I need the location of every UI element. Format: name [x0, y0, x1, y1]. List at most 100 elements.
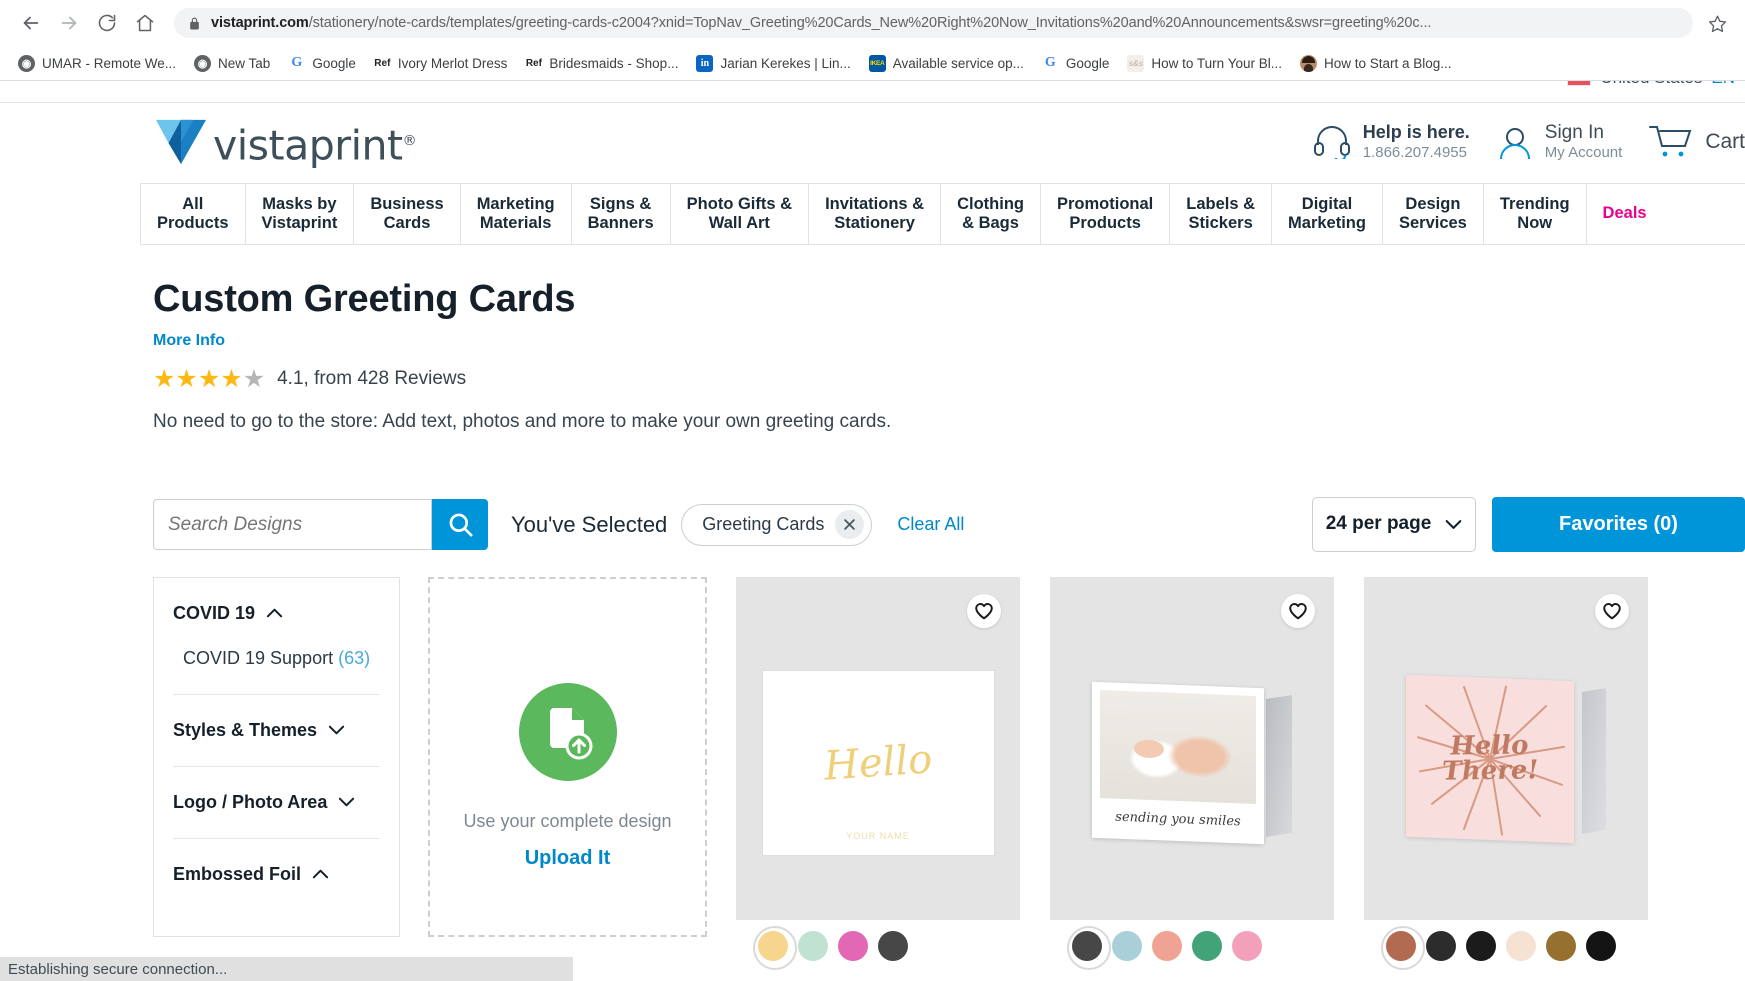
language-link[interactable]: EN [1711, 81, 1735, 88]
product-card-hello-gold-foil[interactable]: Hello YOUR NAME [735, 576, 1021, 972]
chevron-down-icon [338, 797, 355, 807]
color-swatch[interactable] [1466, 930, 1496, 961]
color-swatch[interactable] [1586, 930, 1616, 961]
chevron-down-icon [328, 725, 345, 735]
selected-filter-chip[interactable]: Greeting Cards [681, 503, 873, 546]
heart-icon[interactable] [1595, 593, 1629, 628]
bookmark-item[interactable]: s&s How to Turn Your Bl... [1119, 51, 1290, 76]
sidebar-item-count: (63) [338, 647, 371, 668]
bookmark-item[interactable]: How to Start a Blog... [1292, 51, 1460, 76]
nav-item-labels-stickers[interactable]: Labels & Stickers [1170, 184, 1273, 244]
nav-item-masks-by-vistaprint[interactable]: Masks by Vistaprint [246, 184, 355, 244]
color-swatch[interactable] [1112, 930, 1142, 961]
sidebar-group-header[interactable]: Logo / Photo Area [173, 792, 380, 813]
color-swatch[interactable] [838, 930, 868, 961]
color-swatch[interactable] [878, 930, 908, 961]
registered-mark: ® [402, 132, 417, 149]
star-bookmark-icon[interactable] [1703, 9, 1731, 37]
bookmark-item[interactable]: Ref Bridesmaids - Shop... [517, 51, 686, 76]
close-icon[interactable] [835, 510, 865, 540]
upload-document-icon [518, 682, 617, 781]
country-label: United States [1600, 81, 1702, 88]
bookmark-label: Google [312, 55, 356, 71]
color-swatch[interactable] [1381, 925, 1425, 970]
product-card-sending-you-smiles[interactable]: sending you smiles [1049, 576, 1335, 972]
vistaprint-logo[interactable]: vistaprint® [153, 116, 417, 171]
sidebar-group-label: Embossed Foil [173, 863, 302, 884]
heart-icon[interactable] [1281, 593, 1315, 628]
bookmark-item[interactable]: G Google [280, 51, 364, 76]
color-swatch[interactable] [1506, 930, 1536, 961]
sidebar-group-header[interactable]: Styles & Themes [173, 720, 380, 741]
nav-item-signs-banners[interactable]: Signs & Banners [572, 184, 671, 244]
title-block: Custom Greeting Cards More Info ★ ★ ★ ★ … [0, 245, 1745, 433]
color-swatch[interactable] [798, 930, 828, 961]
color-swatch[interactable] [753, 925, 797, 970]
card-front-panel: sending you smiles [1092, 681, 1264, 845]
heart-icon[interactable] [967, 593, 1001, 628]
vistaprint-logo-text: vistaprint® [213, 121, 417, 170]
nav-item-invitations-stationery[interactable]: Invitations & Stationery [809, 184, 942, 244]
page-description: No need to go to the store: Add text, ph… [153, 410, 892, 432]
bookmark-item[interactable]: in Jarian Kerekes | Lin... [688, 51, 858, 76]
help-block[interactable]: Help is here. 1.866.207.4955 [1312, 122, 1470, 162]
bookmark-item[interactable]: G Google [1034, 51, 1118, 76]
color-swatch[interactable] [1546, 930, 1576, 961]
nav-item-business-cards[interactable]: Business Cards [354, 184, 461, 244]
address-bar[interactable]: vistaprint.com/stationery/note-cards/tem… [174, 8, 1693, 38]
bookmark-label: How to Start a Blog... [1323, 55, 1452, 71]
search-input[interactable] [168, 513, 417, 536]
bookmark-item[interactable]: IKEA Available service op... [861, 51, 1032, 76]
product-art: sending you smiles [1050, 577, 1334, 937]
signin-sub: My Account [1544, 144, 1623, 162]
back-arrow-icon[interactable] [14, 6, 48, 40]
nav-item-clothing-bags[interactable]: Clothing & Bags [941, 184, 1041, 244]
nav-item-all-products[interactable]: All Products [140, 184, 246, 244]
signin-block[interactable]: Sign In My Account [1496, 121, 1623, 162]
bookmark-item[interactable]: ◉ New Tab [186, 51, 278, 76]
star-icon: ★ [220, 364, 242, 393]
product-card-hello-there-rose-gold[interactable]: Hello There! [1363, 576, 1649, 972]
nav-item-marketing-materials[interactable]: Marketing Materials [461, 184, 572, 244]
nav-item-deals[interactable]: Deals [1587, 184, 1663, 244]
per-page-select[interactable]: 24 per page [1312, 496, 1476, 552]
upload-design-card[interactable]: Use your complete design Upload It [428, 576, 707, 937]
color-swatch[interactable] [1426, 930, 1456, 961]
upload-it-link[interactable]: Upload It [525, 847, 611, 870]
search-button[interactable] [432, 499, 488, 551]
reload-icon[interactable] [90, 6, 124, 40]
color-swatch[interactable] [1152, 930, 1182, 961]
star-icon: ★ [153, 364, 175, 393]
color-swatch[interactable] [1192, 930, 1222, 961]
clear-all-link[interactable]: Clear All [897, 514, 964, 535]
nav-item-design-services[interactable]: Design Services [1383, 184, 1484, 244]
chip-label: Greeting Cards [702, 514, 825, 535]
url-path: /stationery/note-cards/templates/greetin… [308, 15, 1432, 31]
card-art-subtext: YOUR NAME [846, 830, 910, 841]
headset-icon [1313, 125, 1350, 159]
favorites-button[interactable]: Favorites (0) [1492, 496, 1745, 552]
home-icon[interactable] [128, 6, 162, 40]
right-toolbar: 24 per page Favorites (0) [1312, 496, 1745, 552]
sidebar-group-header[interactable]: Embossed Foil [173, 864, 380, 885]
product-art: Hello YOUR NAME [736, 577, 1020, 937]
nav-item-trending-now[interactable]: Trending Now [1484, 184, 1587, 244]
sidebar-group-label: Styles & Themes [173, 719, 318, 740]
bookmark-label: Available service op... [892, 55, 1024, 71]
forward-arrow-icon[interactable] [52, 6, 86, 40]
sidebar-group-header[interactable]: COVID 19 [173, 603, 380, 624]
cart-block[interactable]: Cart [1648, 124, 1745, 160]
sidebar-group-covid-19: COVID 19 COVID 19 Support (63) [173, 578, 380, 695]
bookmark-item[interactable]: ◉ UMAR - Remote We... [10, 51, 184, 76]
color-swatch[interactable] [1232, 930, 1262, 961]
search-input-wrap[interactable] [153, 499, 432, 551]
bookmark-label: Jarian Kerekes | Lin... [720, 55, 851, 71]
sidebar-item-covid-19-support[interactable]: COVID 19 Support (63) [183, 648, 380, 669]
nav-item-digital-marketing[interactable]: Digital Marketing [1272, 184, 1383, 244]
nav-item-photo-gifts-wall-art[interactable]: Photo Gifts & Wall Art [671, 184, 810, 244]
more-info-link[interactable]: More Info [153, 332, 1745, 350]
bookmarks-bar: ◉ UMAR - Remote We... ◉ New Tab G Google Re… [0, 46, 1745, 80]
color-swatch[interactable] [1067, 925, 1111, 970]
bookmark-item[interactable]: Ref Ivory Merlot Dress [366, 51, 516, 76]
nav-item-promotional-products[interactable]: Promotional Products [1041, 184, 1171, 244]
